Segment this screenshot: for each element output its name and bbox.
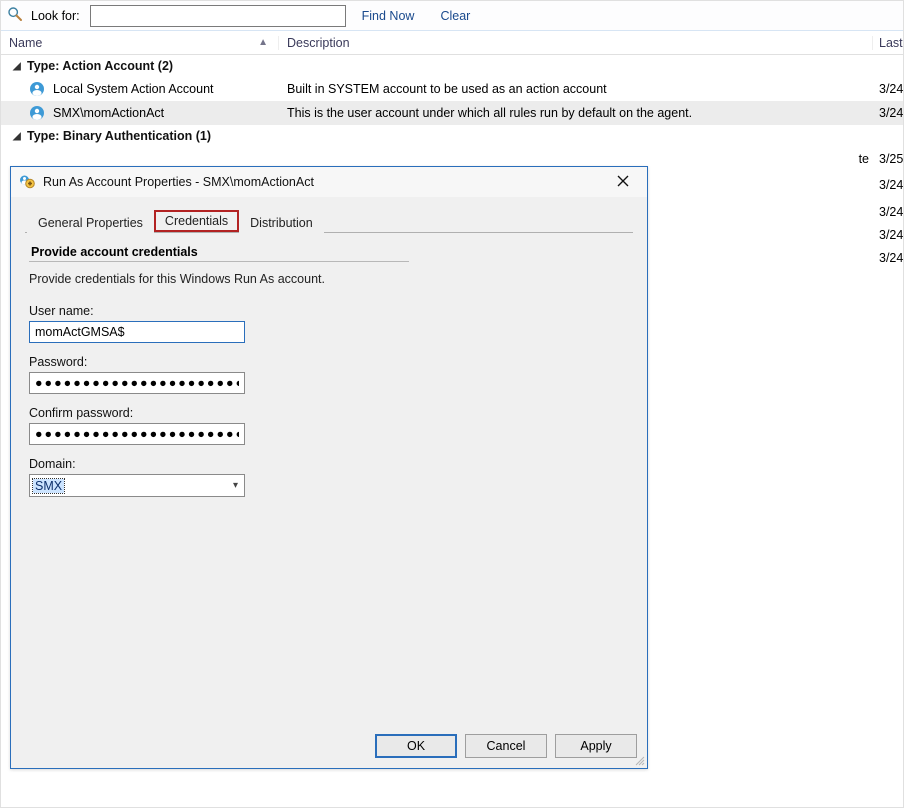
- confirm-password-field[interactable]: [29, 423, 245, 445]
- column-headers: Name ▲ Description Last: [1, 31, 903, 55]
- domain-combobox[interactable]: SMX ▾: [29, 474, 245, 497]
- group-action-account[interactable]: ◢ Type: Action Account (2): [1, 55, 903, 77]
- credentials-panel: Provide account credentials Provide cred…: [25, 233, 633, 507]
- dialog-titlebar[interactable]: Run As Account Properties - SMX\momActio…: [11, 167, 647, 197]
- ok-button[interactable]: OK: [375, 734, 457, 758]
- panel-subtext: Provide credentials for this Windows Run…: [29, 272, 629, 286]
- tab-distribution[interactable]: Distribution: [239, 212, 324, 233]
- password-label: Password:: [29, 355, 629, 369]
- account-icon: [29, 81, 45, 97]
- confirm-password-label: Confirm password:: [29, 406, 629, 420]
- row-date: 3/24: [873, 106, 903, 120]
- expander-icon: ◢: [13, 131, 23, 142]
- panel-heading: Provide account credentials: [29, 243, 629, 261]
- domain-value: SMX: [33, 479, 64, 493]
- group-title: Type: Action Account (2): [27, 59, 173, 73]
- row-date: 3/24: [873, 251, 903, 265]
- column-last[interactable]: Last: [873, 36, 903, 50]
- row-date: 3/25: [873, 152, 903, 166]
- row-date: 3/24: [873, 205, 903, 219]
- row-desc: Built in SYSTEM account to be used as an…: [279, 82, 873, 96]
- row-desc: This is the user account under which all…: [279, 106, 873, 120]
- row-date: 3/24: [873, 228, 903, 242]
- row-date: 3/24: [873, 82, 903, 96]
- column-description[interactable]: Description: [279, 36, 873, 50]
- sort-ascending-icon: ▲: [258, 37, 268, 48]
- tab-general[interactable]: General Properties: [27, 212, 154, 233]
- apply-button[interactable]: Apply: [555, 734, 637, 758]
- username-label: User name:: [29, 304, 629, 318]
- search-icon[interactable]: [7, 6, 23, 25]
- domain-label: Domain:: [29, 457, 629, 471]
- runas-icon: [19, 173, 35, 192]
- password-field[interactable]: [29, 372, 245, 394]
- tab-strip: General Properties Credentials Distribut…: [25, 207, 633, 233]
- table-row[interactable]: Local System Action Account Built in SYS…: [1, 77, 903, 101]
- clear-button[interactable]: Clear: [430, 9, 480, 23]
- find-now-button[interactable]: Find Now: [352, 9, 425, 23]
- tab-credentials[interactable]: Credentials: [154, 210, 239, 232]
- lookfor-label: Look for:: [31, 9, 80, 23]
- column-name[interactable]: Name ▲: [1, 36, 279, 50]
- dialog-title: Run As Account Properties - SMX\momActio…: [43, 175, 597, 189]
- chevron-down-icon: ▾: [227, 480, 244, 491]
- search-bar: Look for: Find Now Clear: [1, 1, 903, 31]
- column-name-label: Name: [9, 36, 42, 50]
- row-name: Local System Action Account: [53, 82, 214, 96]
- close-button[interactable]: [605, 170, 641, 194]
- table-row[interactable]: SMX\momActionAct This is the user accoun…: [1, 101, 903, 125]
- row-date: 3/24: [873, 178, 903, 192]
- expander-icon: ◢: [13, 61, 23, 72]
- account-icon: [29, 105, 45, 121]
- group-title: Type: Binary Authentication (1): [27, 129, 211, 143]
- panel-divider: [29, 261, 409, 262]
- dialog-buttons: OK Cancel Apply: [375, 734, 637, 758]
- runas-properties-dialog: Run As Account Properties - SMX\momActio…: [10, 166, 648, 769]
- search-input[interactable]: [90, 5, 346, 27]
- group-binary-auth[interactable]: ◢ Type: Binary Authentication (1): [1, 125, 903, 147]
- username-field[interactable]: [29, 321, 245, 343]
- close-icon: [617, 175, 629, 190]
- row-name: SMX\momActionAct: [53, 106, 164, 120]
- cancel-button[interactable]: Cancel: [465, 734, 547, 758]
